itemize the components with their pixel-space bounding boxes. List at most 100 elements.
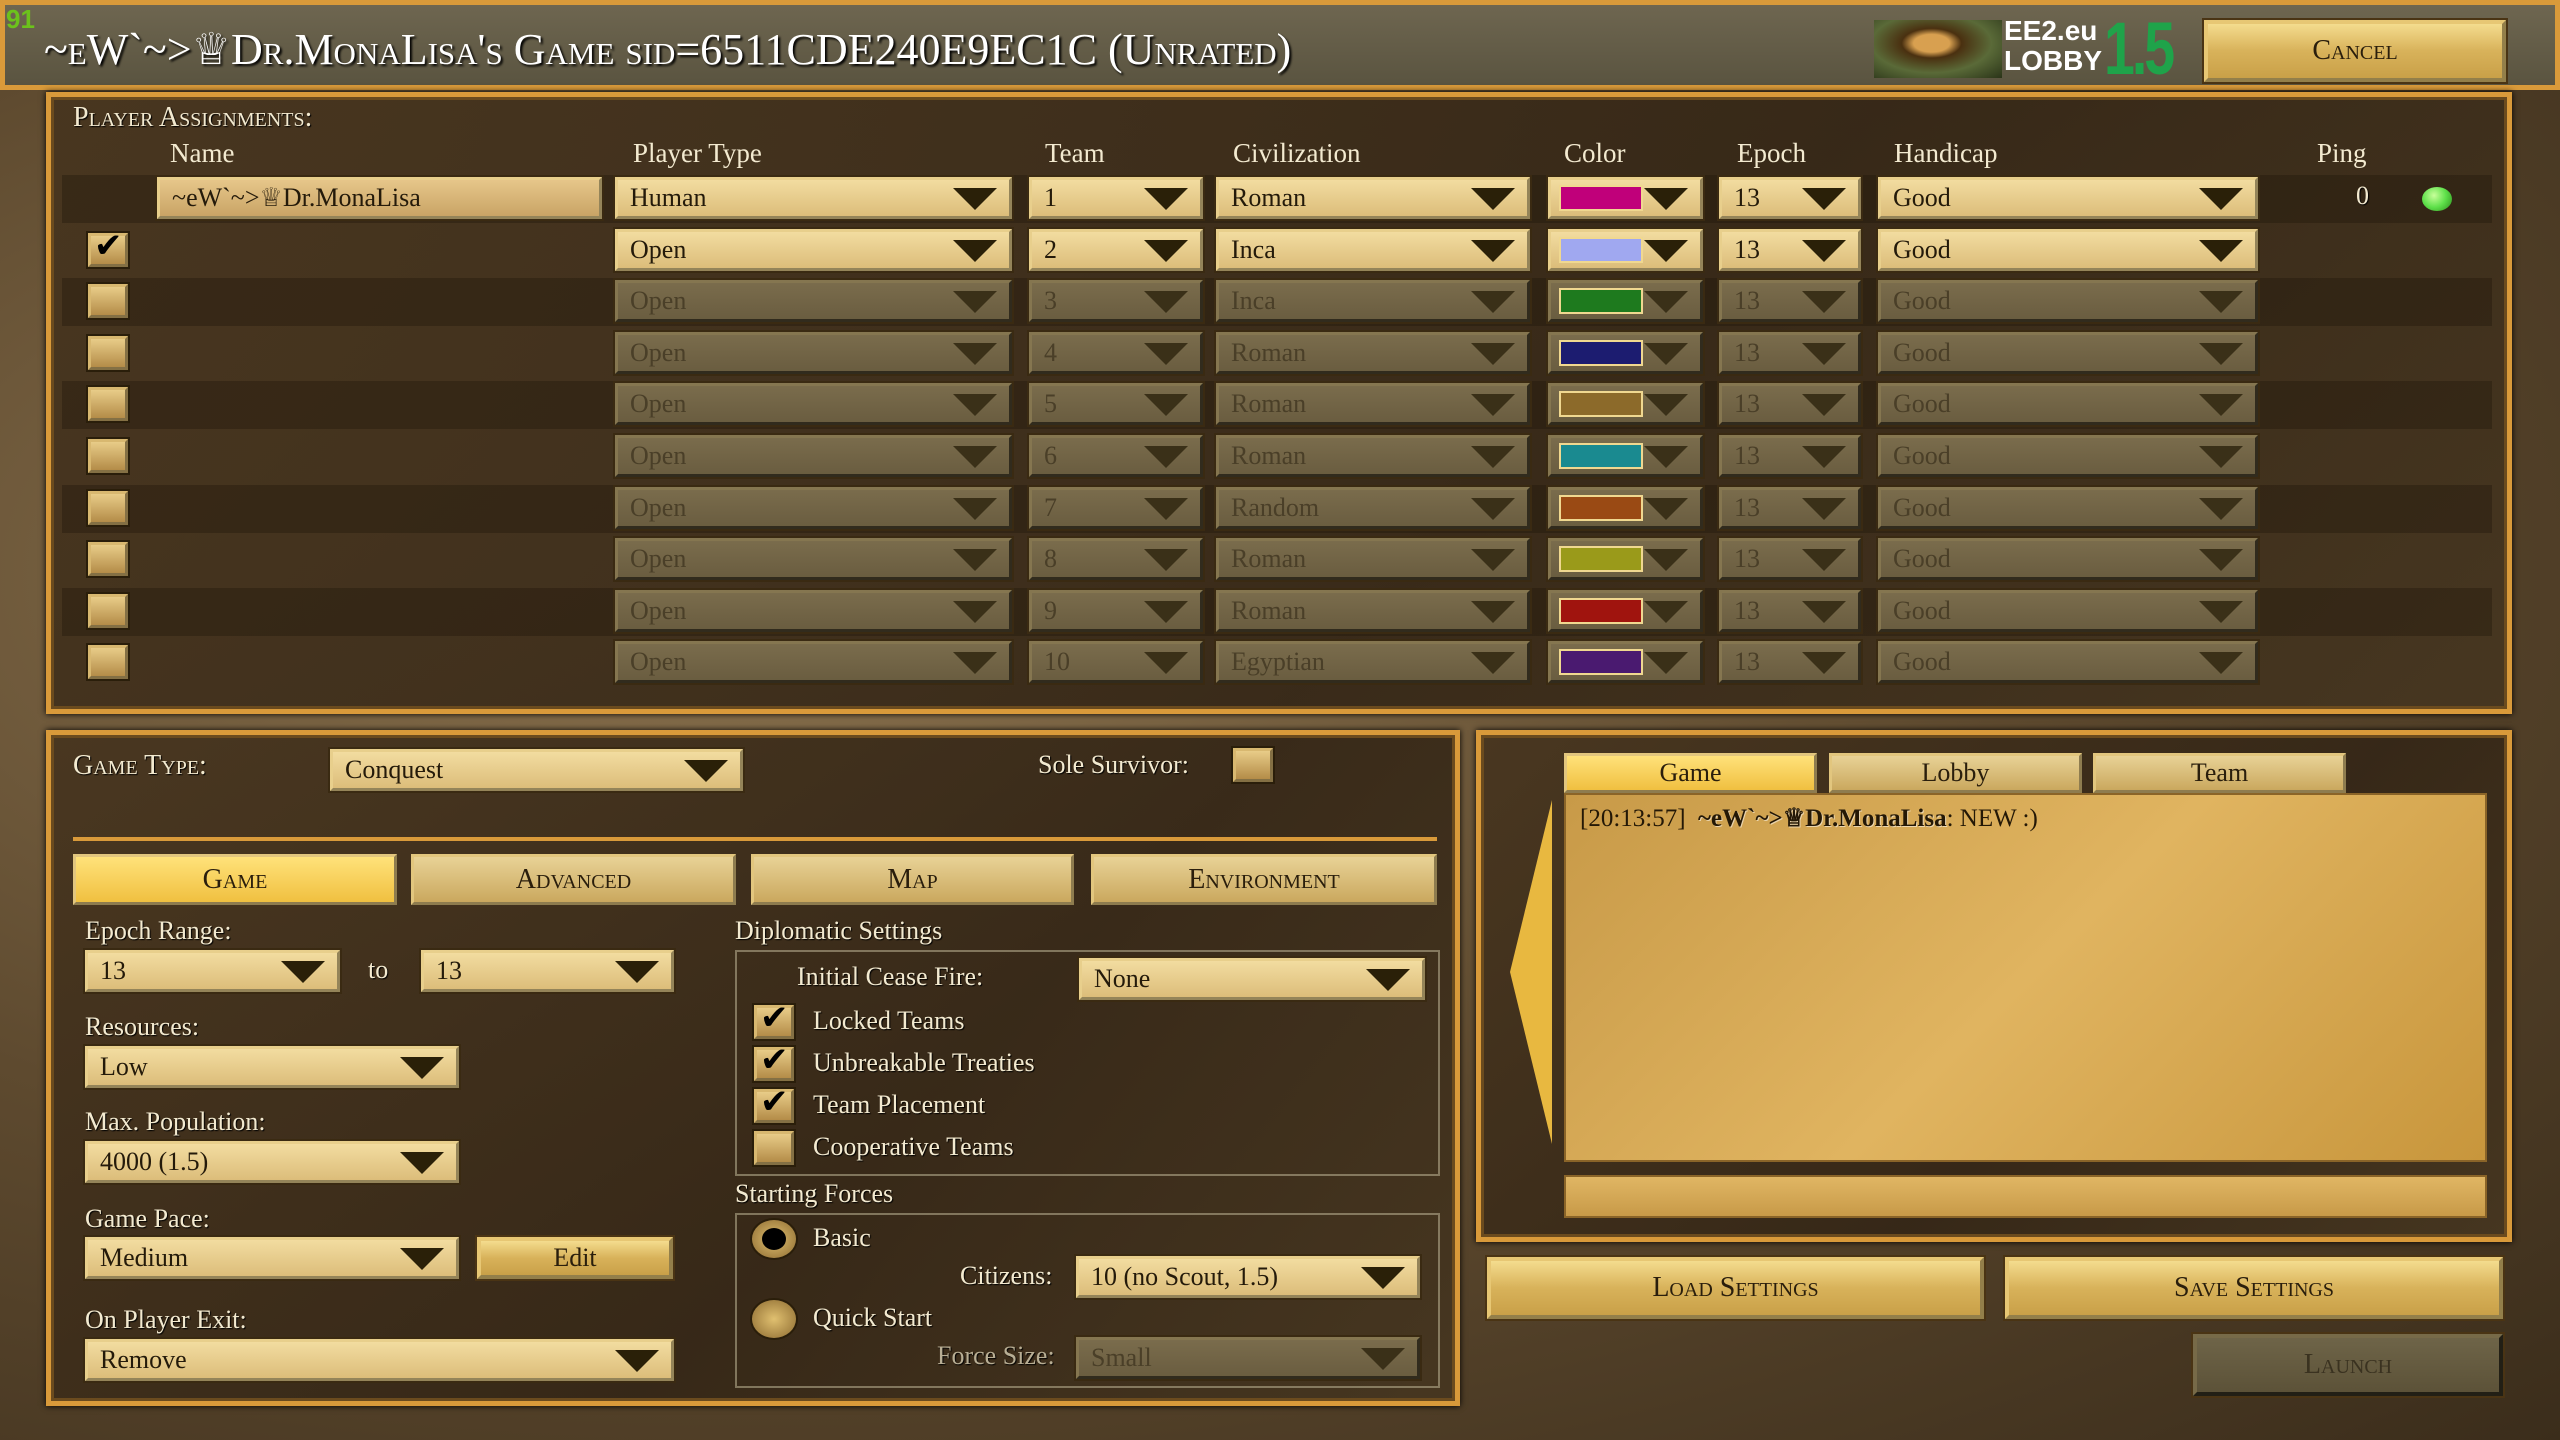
player-slot-checkbox[interactable] bbox=[88, 335, 128, 370]
team-dropdown[interactable]: 6 bbox=[1029, 435, 1203, 477]
max-population-dropdown[interactable]: 4000 (1.5) bbox=[85, 1141, 459, 1183]
diplo-option-checkbox[interactable] bbox=[754, 1082, 794, 1123]
player-slot-checkbox[interactable] bbox=[88, 645, 128, 680]
player-type-dropdown[interactable]: Open bbox=[615, 538, 1012, 581]
handicap-dropdown[interactable]: Good bbox=[1878, 383, 2258, 426]
player-type-dropdown[interactable]: Open bbox=[615, 280, 1012, 323]
settings-tab-environment[interactable]: Environment bbox=[1091, 854, 1437, 905]
settings-tab-advanced[interactable]: Advanced bbox=[411, 854, 736, 905]
force-size-dropdown[interactable]: Small bbox=[1076, 1337, 1420, 1379]
civilization-dropdown[interactable]: Egyptian bbox=[1216, 641, 1530, 684]
civilization-dropdown[interactable]: Roman bbox=[1216, 435, 1530, 477]
epoch-to-dropdown[interactable]: 13 bbox=[421, 950, 674, 992]
player-slot-checkbox[interactable] bbox=[88, 542, 128, 577]
chat-scroll-arrow[interactable] bbox=[1510, 800, 1552, 1144]
player-name-field[interactable]: ~eW`~>♕Dr.MonaLisa bbox=[157, 177, 602, 219]
civilization-dropdown[interactable]: Inca bbox=[1216, 228, 1530, 271]
epoch-dropdown[interactable]: 13 bbox=[1719, 589, 1861, 632]
launch-button[interactable]: Launch bbox=[2193, 1334, 2503, 1396]
handicap-dropdown[interactable]: Good bbox=[1878, 589, 2258, 632]
team-dropdown[interactable]: 5 bbox=[1029, 383, 1203, 426]
citizens-dropdown[interactable]: 10 (no Scout, 1.5) bbox=[1076, 1256, 1420, 1298]
epoch-dropdown[interactable]: 13 bbox=[1719, 486, 1861, 529]
player-type-dropdown[interactable]: Open bbox=[615, 383, 1012, 426]
color-dropdown[interactable] bbox=[1548, 331, 1703, 374]
team-dropdown[interactable]: 2 bbox=[1029, 228, 1203, 271]
edit-pace-button[interactable]: Edit bbox=[477, 1237, 673, 1279]
team-dropdown[interactable]: 9 bbox=[1029, 589, 1203, 632]
player-slot-checkbox[interactable] bbox=[88, 226, 128, 267]
chat-tab-lobby[interactable]: Lobby bbox=[1829, 753, 2082, 793]
team-dropdown[interactable]: 8 bbox=[1029, 538, 1203, 581]
load-settings-button[interactable]: Load Settings bbox=[1487, 1257, 1984, 1319]
civilization-dropdown[interactable]: Roman bbox=[1216, 589, 1530, 632]
game-pace-dropdown[interactable]: Medium bbox=[85, 1237, 459, 1279]
team-dropdown[interactable]: 10 bbox=[1029, 641, 1203, 684]
epoch-from-dropdown[interactable]: 13 bbox=[85, 950, 340, 992]
diplo-option-checkbox[interactable] bbox=[754, 998, 794, 1039]
settings-tab-game[interactable]: Game bbox=[73, 854, 397, 905]
color-dropdown[interactable] bbox=[1548, 486, 1703, 529]
handicap-dropdown[interactable]: Good bbox=[1878, 177, 2258, 219]
player-type-dropdown[interactable]: Human bbox=[615, 177, 1012, 219]
chat-tab-game[interactable]: Game bbox=[1564, 753, 1817, 793]
team-dropdown[interactable]: 3 bbox=[1029, 280, 1203, 323]
player-type-dropdown[interactable]: Open bbox=[615, 331, 1012, 374]
epoch-dropdown[interactable]: 13 bbox=[1719, 641, 1861, 684]
cease-fire-dropdown[interactable]: None bbox=[1079, 958, 1425, 1000]
civilization-dropdown[interactable]: Roman bbox=[1216, 177, 1530, 219]
color-dropdown[interactable] bbox=[1548, 435, 1703, 477]
team-dropdown[interactable]: 1 bbox=[1029, 177, 1203, 219]
civilization-dropdown[interactable]: Roman bbox=[1216, 383, 1530, 426]
epoch-dropdown[interactable]: 13 bbox=[1719, 280, 1861, 323]
player-slot-checkbox[interactable] bbox=[88, 387, 128, 422]
sole-survivor-checkbox[interactable] bbox=[1233, 748, 1273, 782]
team-dropdown[interactable]: 4 bbox=[1029, 331, 1203, 374]
diplo-option-checkbox[interactable] bbox=[754, 1040, 794, 1081]
epoch-dropdown[interactable]: 13 bbox=[1719, 538, 1861, 581]
color-dropdown[interactable] bbox=[1548, 280, 1703, 323]
chat-input[interactable] bbox=[1564, 1175, 2487, 1218]
handicap-dropdown[interactable]: Good bbox=[1878, 435, 2258, 477]
save-settings-button[interactable]: Save Settings bbox=[2005, 1257, 2503, 1319]
color-dropdown[interactable] bbox=[1548, 641, 1703, 684]
color-dropdown[interactable] bbox=[1548, 538, 1703, 581]
player-type-dropdown[interactable]: Open bbox=[615, 435, 1012, 477]
game-type-dropdown[interactable]: Conquest bbox=[330, 749, 743, 791]
chat-tab-team[interactable]: Team bbox=[2093, 753, 2346, 793]
handicap-dropdown[interactable]: Good bbox=[1878, 228, 2258, 271]
epoch-dropdown[interactable]: 13 bbox=[1719, 435, 1861, 477]
handicap-dropdown[interactable]: Good bbox=[1878, 641, 2258, 684]
player-exit-dropdown[interactable]: Remove bbox=[85, 1339, 674, 1381]
player-slot-checkbox[interactable] bbox=[88, 439, 128, 473]
player-slot-checkbox[interactable] bbox=[88, 593, 128, 628]
civilization-dropdown[interactable]: Random bbox=[1216, 486, 1530, 529]
resources-dropdown[interactable]: Low bbox=[85, 1046, 459, 1088]
quick-start-radio[interactable] bbox=[752, 1300, 796, 1338]
player-type-dropdown[interactable]: Open bbox=[615, 589, 1012, 632]
color-dropdown[interactable] bbox=[1548, 589, 1703, 632]
color-dropdown[interactable] bbox=[1548, 177, 1703, 219]
color-dropdown[interactable] bbox=[1548, 228, 1703, 271]
player-type-dropdown[interactable]: Open bbox=[615, 641, 1012, 684]
handicap-dropdown[interactable]: Good bbox=[1878, 538, 2258, 581]
epoch-dropdown[interactable]: 13 bbox=[1719, 177, 1861, 219]
epoch-dropdown[interactable]: 13 bbox=[1719, 228, 1861, 271]
civilization-dropdown[interactable]: Inca bbox=[1216, 280, 1530, 323]
epoch-dropdown[interactable]: 13 bbox=[1719, 331, 1861, 374]
player-slot-checkbox[interactable] bbox=[88, 490, 128, 525]
player-type-dropdown[interactable]: Open bbox=[615, 228, 1012, 271]
player-slot-checkbox[interactable] bbox=[88, 284, 128, 319]
team-dropdown[interactable]: 7 bbox=[1029, 486, 1203, 529]
handicap-dropdown[interactable]: Good bbox=[1878, 486, 2258, 529]
handicap-dropdown[interactable]: Good bbox=[1878, 331, 2258, 374]
cancel-button[interactable]: Cancel bbox=[2204, 20, 2506, 82]
civilization-dropdown[interactable]: Roman bbox=[1216, 331, 1530, 374]
civilization-dropdown[interactable]: Roman bbox=[1216, 538, 1530, 581]
epoch-dropdown[interactable]: 13 bbox=[1719, 383, 1861, 426]
color-dropdown[interactable] bbox=[1548, 383, 1703, 426]
diplo-option-checkbox[interactable] bbox=[754, 1131, 794, 1165]
handicap-dropdown[interactable]: Good bbox=[1878, 280, 2258, 323]
player-type-dropdown[interactable]: Open bbox=[615, 486, 1012, 529]
settings-tab-map[interactable]: Map bbox=[751, 854, 1074, 905]
